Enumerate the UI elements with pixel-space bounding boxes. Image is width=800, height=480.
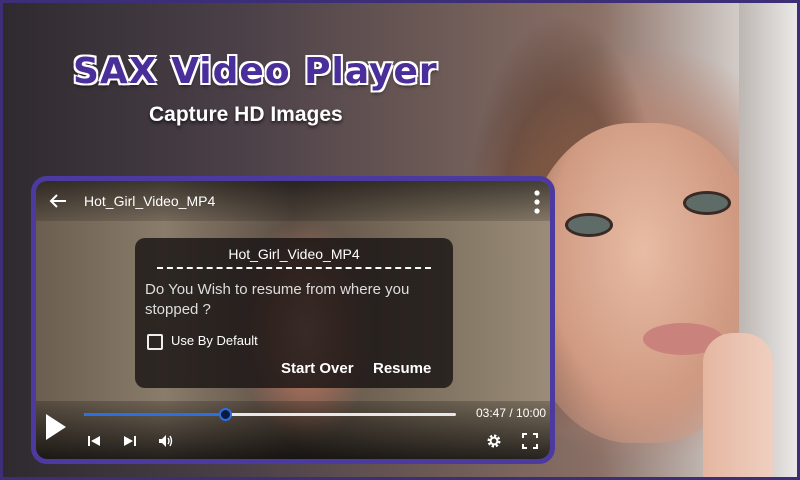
player-controls: 03:47 / 10:00 — [36, 401, 550, 459]
skip-next-icon[interactable] — [122, 433, 138, 449]
resume-button[interactable]: Resume — [373, 360, 431, 377]
dialog-message: Do You Wish to resume from where you sto… — [145, 281, 410, 318]
seek-bar[interactable] — [84, 408, 456, 421]
start-over-button[interactable]: Start Over — [281, 360, 354, 377]
use-by-default-label[interactable]: Use By Default — [171, 333, 258, 348]
gear-icon[interactable] — [486, 433, 502, 449]
background-photo-hand — [703, 333, 773, 477]
resume-dialog: Hot_Girl_Video_MP4 Do You Wish to resume… — [135, 238, 453, 388]
volume-icon[interactable] — [158, 433, 174, 449]
back-arrow-icon[interactable] — [46, 189, 70, 213]
skip-previous-icon[interactable] — [86, 433, 102, 449]
seek-bar-progress — [84, 413, 225, 416]
more-vert-icon[interactable] — [532, 189, 542, 215]
background-photo-eye-right — [683, 191, 731, 215]
play-icon[interactable] — [44, 413, 68, 441]
banner-title: SAX Video Player — [73, 51, 438, 92]
banner-subtitle: Capture HD Images — [149, 103, 343, 126]
dialog-divider — [157, 267, 431, 269]
time-display: 03:47 / 10:00 — [476, 406, 547, 420]
video-title: Hot_Girl_Video_MP4 — [84, 193, 216, 209]
fullscreen-icon[interactable] — [522, 433, 538, 449]
promo-background: SAX Video Player Capture HD Images Hot_G… — [0, 0, 800, 480]
player-top-bar: Hot_Girl_Video_MP4 — [36, 181, 550, 221]
dialog-title: Hot_Girl_Video_MP4 — [228, 246, 360, 262]
video-player[interactable]: Hot_Girl_Video_MP4 Hot_Girl_Video_MP4 Do… — [31, 176, 555, 464]
background-photo-eye-left — [565, 213, 613, 237]
seek-bar-thumb[interactable] — [218, 408, 232, 421]
use-by-default-checkbox[interactable] — [147, 334, 163, 350]
